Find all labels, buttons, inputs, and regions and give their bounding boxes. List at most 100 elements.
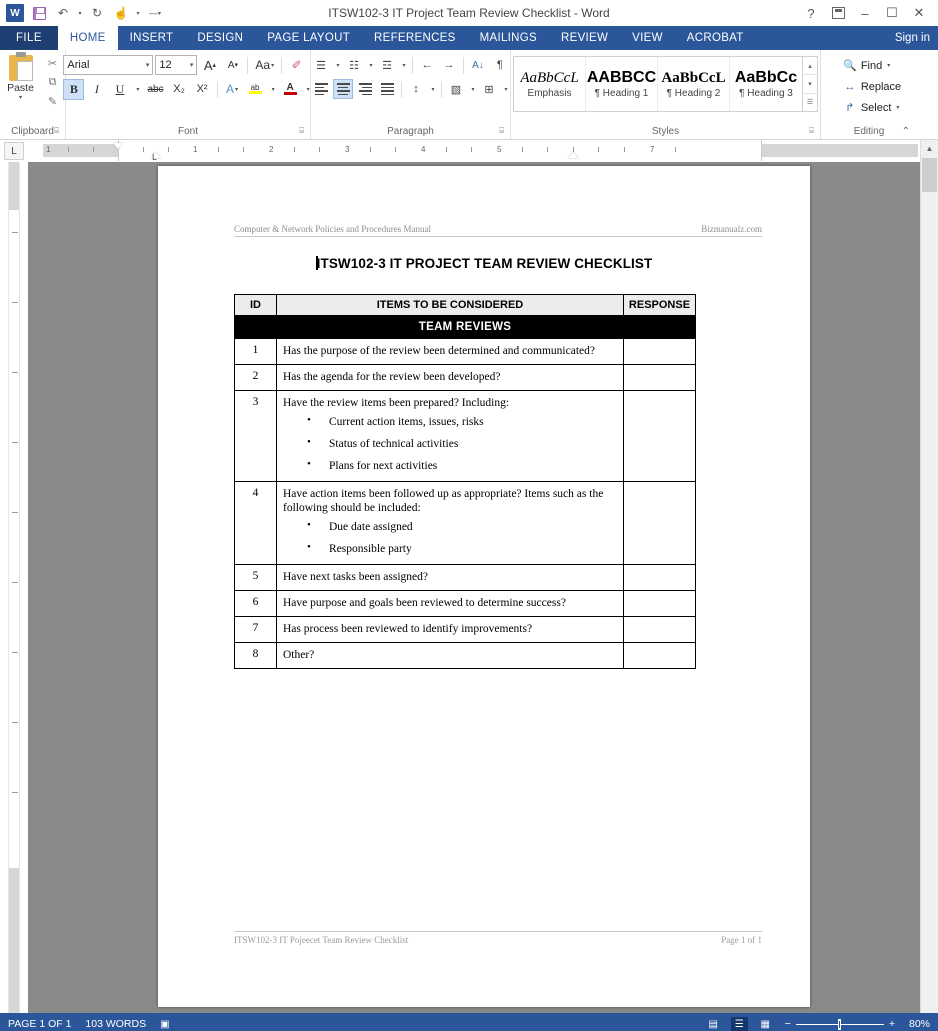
row-response[interactable] (623, 642, 696, 670)
borders-dropdown-icon[interactable]: ▾ (501, 79, 510, 99)
font-name-combobox[interactable]: Arial ▾ (63, 55, 154, 75)
tab-stop-marker[interactable]: L (152, 152, 157, 162)
ribbon-display-options-icon[interactable] (825, 2, 851, 24)
subscript-button[interactable]: X₂ (169, 79, 190, 100)
row-response[interactable] (623, 337, 696, 366)
qat-dropdown-icon[interactable]: ▾ (134, 3, 142, 23)
italic-button[interactable]: I (86, 79, 107, 100)
numbering-dropdown-icon[interactable]: ▾ (366, 55, 375, 75)
row-item[interactable]: Have purpose and goals been reviewed to … (276, 590, 624, 618)
tab-page-layout[interactable]: PAGE LAYOUT (255, 26, 362, 50)
proofing-errors-icon[interactable]: ▣ (160, 1019, 169, 1030)
tab-design[interactable]: DESIGN (185, 26, 255, 50)
touch-mouse-mode-icon[interactable]: ☝ (110, 3, 132, 23)
numbering-icon[interactable]: ☷ (344, 55, 364, 75)
checklist-table[interactable]: ID ITEMS TO BE CONSIDERED RESPONSE TEAM … (234, 294, 696, 670)
collapse-ribbon-icon[interactable]: ⌃ (902, 124, 910, 139)
table-row[interactable]: 2 Has the agenda for the review been dev… (234, 364, 696, 392)
styles-more-icon[interactable]: ☰ (803, 94, 817, 111)
row-item[interactable]: Has process been reviewed to identify im… (276, 616, 624, 644)
first-line-indent-marker[interactable] (113, 143, 123, 149)
zoom-slider[interactable]: − + (785, 1018, 895, 1030)
table-row[interactable]: 5 Have next tasks been assigned? (234, 564, 696, 592)
row-item[interactable]: Has the purpose of the review been deter… (276, 337, 624, 366)
scrollbar-thumb[interactable] (922, 158, 937, 192)
superscript-button[interactable]: X² (192, 79, 213, 100)
shrink-font-icon[interactable]: A ▾ (222, 55, 243, 76)
save-icon[interactable] (28, 3, 50, 23)
styles-dialog-launcher-icon[interactable]: ⌸ (809, 123, 814, 138)
change-case-icon[interactable]: Aa ▾ (252, 55, 277, 76)
paste-button[interactable]: Paste ▾ (1, 52, 41, 101)
document-title-heading[interactable]: ITSW102-3 IT PROJECT TEAM REVIEW CHECKLI… (158, 256, 810, 271)
vertical-scrollbar[interactable]: ▲ (920, 140, 938, 1013)
style-item-heading-1[interactable]: AABBCC ¶ Heading 1 (586, 57, 658, 111)
table-row[interactable]: 3 Have the review items been prepared? I… (234, 390, 696, 483)
row-response[interactable] (623, 590, 696, 618)
row-item[interactable]: Has the agenda for the review been devel… (276, 364, 624, 392)
select-chevron-down-icon[interactable]: ▾ (896, 104, 899, 111)
paste-caret-icon[interactable]: ▾ (19, 94, 22, 101)
show-formatting-marks-icon[interactable]: ¶ (490, 55, 510, 75)
table-row[interactable]: 4 Have action items been followed up as … (234, 481, 696, 566)
zoom-in-button[interactable]: + (889, 1018, 895, 1030)
decrease-indent-icon[interactable]: ← (417, 55, 437, 75)
row-item[interactable]: Have next tasks been assigned? (276, 564, 624, 592)
format-painter-icon[interactable]: ✎ (48, 95, 57, 109)
styles-scroll-down-icon[interactable]: ▾ (803, 75, 817, 94)
strikethrough-button[interactable]: abc (144, 79, 166, 100)
bullets-dropdown-icon[interactable]: ▾ (333, 55, 342, 75)
tab-mailings[interactable]: MAILINGS (468, 26, 549, 50)
horizontal-ruler[interactable]: 1 1 2 3 4 5 7 L (28, 140, 938, 162)
tab-acrobat[interactable]: ACROBAT (675, 26, 756, 50)
font-size-combobox[interactable]: 12 ▾ (155, 55, 198, 75)
align-right-icon[interactable] (355, 79, 375, 99)
tab-review[interactable]: REVIEW (549, 26, 620, 50)
style-item-heading-2[interactable]: AaBbCcL ¶ Heading 2 (658, 57, 730, 111)
help-icon[interactable]: ? (798, 2, 824, 24)
shading-dropdown-icon[interactable]: ▾ (468, 79, 477, 99)
copy-icon[interactable]: ⧉ (49, 76, 57, 90)
web-layout-button[interactable]: ▦ (757, 1017, 774, 1031)
word-count[interactable]: 103 WORDS (85, 1018, 146, 1030)
row-response[interactable] (623, 390, 696, 483)
word-app-icon[interactable]: W (4, 3, 26, 23)
replace-button[interactable]: ↔ Replace (843, 76, 901, 97)
text-highlight-color-icon[interactable]: ab (245, 79, 266, 100)
styles-scroll-up-icon[interactable]: ▴ (803, 57, 817, 76)
row-response[interactable] (623, 564, 696, 592)
styles-gallery[interactable]: AaBbCcL Emphasis AABBCC ¶ Heading 1 AaBb… (513, 56, 818, 112)
line-spacing-icon[interactable]: ↕ (406, 79, 426, 99)
select-button[interactable]: ↱ Select ▾ (843, 97, 901, 118)
right-indent-marker[interactable] (568, 152, 578, 158)
bullets-icon[interactable]: ☰ (311, 55, 331, 75)
font-dialog-launcher-icon[interactable]: ⌸ (299, 123, 304, 138)
tab-stop-selector[interactable]: L (4, 142, 24, 160)
multilevel-list-icon[interactable]: ☲ (377, 55, 397, 75)
redo-icon[interactable]: ↻ (86, 3, 108, 23)
row-response[interactable] (623, 481, 696, 566)
minimize-button[interactable]: – (852, 2, 878, 24)
row-item[interactable]: Have the review items been prepared? Inc… (276, 390, 624, 483)
table-row[interactable]: 7 Has process been reviewed to identify … (234, 616, 696, 644)
line-spacing-dropdown-icon[interactable]: ▾ (428, 79, 437, 99)
undo-icon[interactable]: ↶ (52, 3, 74, 23)
increase-indent-icon[interactable]: → (439, 55, 459, 75)
align-left-icon[interactable] (311, 79, 331, 99)
highlight-dropdown-icon[interactable]: ▾ (268, 79, 278, 100)
shading-icon[interactable]: ▧ (446, 79, 466, 99)
tab-view[interactable]: VIEW (620, 26, 675, 50)
underline-dropdown-icon[interactable]: ▾ (132, 79, 142, 100)
close-button[interactable]: ✕ (906, 2, 932, 24)
style-item-heading-3[interactable]: AaBbCc ¶ Heading 3 (730, 57, 802, 111)
table-row[interactable]: 1 Has the purpose of the review been det… (234, 337, 696, 366)
align-center-icon[interactable] (333, 79, 353, 99)
font-name-chevron-down-icon[interactable]: ▾ (146, 61, 150, 69)
underline-button[interactable]: U (109, 79, 130, 100)
grow-font-icon[interactable]: A ▴ (199, 55, 220, 76)
sign-in-link[interactable]: Sign in (887, 26, 938, 50)
tab-file[interactable]: FILE (0, 26, 58, 50)
multilevel-dropdown-icon[interactable]: ▾ (399, 55, 408, 75)
page-indicator[interactable]: PAGE 1 OF 1 (8, 1018, 71, 1030)
style-item-emphasis[interactable]: AaBbCcL Emphasis (514, 57, 586, 111)
